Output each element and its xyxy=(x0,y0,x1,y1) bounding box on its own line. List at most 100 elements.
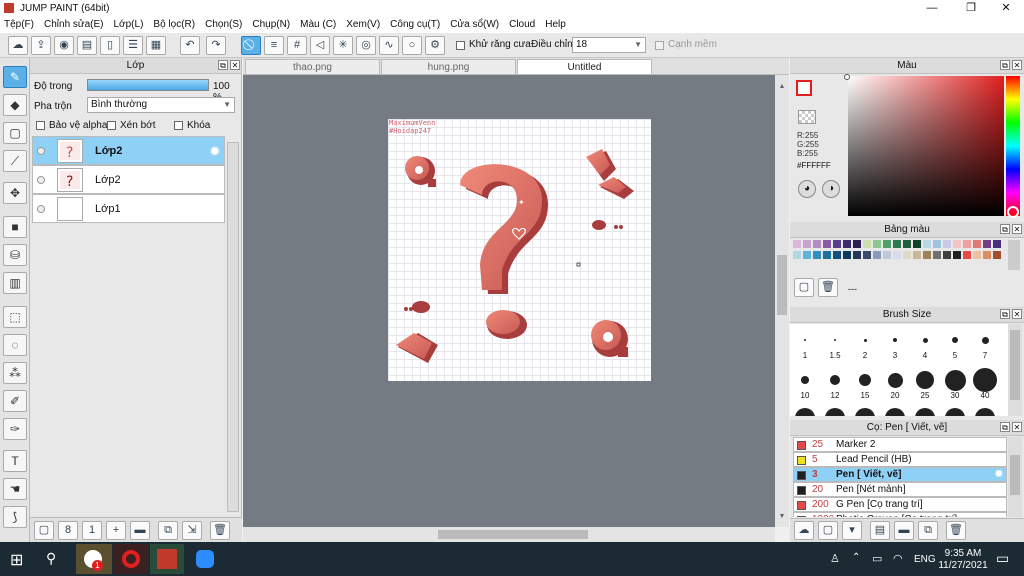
menu-help[interactable]: Help xyxy=(545,19,566,30)
color-swatch[interactable] xyxy=(953,251,961,259)
brush-size-option[interactable]: 25 xyxy=(910,364,940,404)
saturation-value-picker[interactable] xyxy=(848,76,1004,216)
menu-capture[interactable]: Chụp(N) xyxy=(252,19,290,30)
trash-icon[interactable]: 🗑 xyxy=(818,278,838,297)
undock-icon[interactable]: ⧉ xyxy=(1000,224,1010,234)
parallel-lines-icon[interactable]: ≡ xyxy=(264,36,284,55)
canvas-workspace[interactable]: MaximumVenn #Hoidap247 ✦ xyxy=(243,75,775,527)
close-panel-icon[interactable]: ✕ xyxy=(230,60,240,70)
undock-icon[interactable]: ⧉ xyxy=(1000,309,1010,319)
color-swatch[interactable] xyxy=(833,240,841,248)
menu-file[interactable]: Tệp(F) xyxy=(4,19,34,30)
layer-row[interactable]: ? Lớp2 ✹ xyxy=(32,136,225,165)
people-icon[interactable]: ♙ xyxy=(830,552,840,565)
clock[interactable]: 9:35 AM 11/27/2021 xyxy=(938,548,988,572)
battery-icon[interactable]: ▭ xyxy=(872,552,882,565)
gradient-tool-icon[interactable]: ▥ xyxy=(3,272,27,294)
color-swatch[interactable] xyxy=(983,251,991,259)
menu-window[interactable]: Cửa sổ(W) xyxy=(450,19,499,30)
undock-icon[interactable]: ⧉ xyxy=(1000,422,1010,432)
select-rect-tool-icon[interactable]: ▢ xyxy=(3,122,27,144)
opacity-slider[interactable] xyxy=(87,79,209,91)
upload-icon[interactable]: ⇪ xyxy=(31,36,51,55)
color-swatch[interactable] xyxy=(993,240,1001,248)
layer-row[interactable]: Lớp1 xyxy=(32,194,225,223)
color-swatch[interactable] xyxy=(953,240,961,248)
color-swatch[interactable] xyxy=(843,240,851,248)
comment-icon[interactable]: ▤ xyxy=(77,36,97,55)
brush-size-dot[interactable] xyxy=(825,408,845,416)
duplicate-brush-icon[interactable]: ⧉ xyxy=(918,521,938,540)
brush-size-option[interactable]: 40 xyxy=(970,364,1000,404)
color-swatch[interactable] xyxy=(823,251,831,259)
radial-icon[interactable]: ✳ xyxy=(333,36,353,55)
brush-size-scroll-thumb[interactable] xyxy=(1010,330,1020,400)
color-swatch[interactable] xyxy=(903,251,911,259)
color-swatch[interactable] xyxy=(973,240,981,248)
lock-checkbox[interactable] xyxy=(174,121,183,130)
marquee-tool-icon[interactable]: ⬚ xyxy=(3,306,27,328)
maximize-button[interactable]: ❐ xyxy=(955,0,987,16)
select-eraser-tool-icon[interactable]: ✑ xyxy=(3,418,27,440)
brush-size-option[interactable]: 12 xyxy=(820,364,850,404)
text-tool-icon[interactable]: T xyxy=(3,450,27,472)
vertical-scroll-thumb[interactable] xyxy=(777,255,787,315)
language-indicator[interactable]: ENG xyxy=(914,554,936,565)
color-swatch[interactable] xyxy=(973,251,981,259)
antialias-checkbox[interactable] xyxy=(456,41,465,50)
brush-size-option[interactable]: 10 xyxy=(790,364,820,404)
eyedropper-tool-icon[interactable]: ⟆ xyxy=(3,506,27,528)
color-swatch[interactable] xyxy=(923,251,931,259)
swatch-scrollbar[interactable] xyxy=(1008,240,1020,270)
color-swatch[interactable] xyxy=(873,251,881,259)
eraser-tool-icon[interactable]: ◆ xyxy=(3,94,27,116)
horizontal-scrollbar[interactable] xyxy=(243,527,775,542)
tab-untitled[interactable]: Untitled xyxy=(517,59,652,75)
brush-item[interactable]: 25 Marker 2 xyxy=(793,437,1007,452)
soft-edge-checkbox[interactable] xyxy=(655,41,664,50)
color-swatch[interactable] xyxy=(853,251,861,259)
menu-layer[interactable]: Lớp(L) xyxy=(114,19,144,30)
blend-select[interactable]: Bình thường ▼ xyxy=(87,97,235,113)
add-swatch-icon[interactable]: ▢ xyxy=(794,278,814,297)
visibility-icon[interactable] xyxy=(37,147,45,155)
brush-menu-icon[interactable]: ▾ xyxy=(842,521,862,540)
color-swatch[interactable] xyxy=(913,251,921,259)
cloud-icon[interactable]: ☁ xyxy=(8,36,28,55)
close-panel-icon[interactable]: ✕ xyxy=(1012,422,1022,432)
folder-icon[interactable]: ▬ xyxy=(130,521,150,540)
color-swatch[interactable] xyxy=(833,251,841,259)
palette-icon[interactable]: ◕ xyxy=(798,180,816,198)
brush-size-option[interactable]: 3 xyxy=(880,324,910,364)
primary-color-swatch[interactable] xyxy=(796,80,812,96)
color-swatch[interactable] xyxy=(813,251,821,259)
taskbar-app-opera[interactable] xyxy=(114,544,148,574)
concentric-icon[interactable]: ◎ xyxy=(356,36,376,55)
color-swatch[interactable] xyxy=(863,240,871,248)
scroll-down-icon[interactable]: ▼ xyxy=(777,513,787,523)
brush-size-dot[interactable] xyxy=(975,408,995,416)
undo-icon[interactable]: ↶ xyxy=(180,36,200,55)
color-picker-handle[interactable] xyxy=(844,74,850,80)
duplicate-layer-icon[interactable]: ⧉ xyxy=(158,521,178,540)
brush-size-dot[interactable] xyxy=(855,408,875,416)
list-icon[interactable]: ☰ xyxy=(123,36,143,55)
brush-size-option[interactable]: 20 xyxy=(880,364,910,404)
line-tool-icon[interactable]: ⟋ xyxy=(3,150,27,172)
gear-icon[interactable]: ✹ xyxy=(995,468,1003,481)
color-swatch[interactable] xyxy=(853,240,861,248)
brush-item[interactable]: 20 Pen [Nét mảnh] xyxy=(793,482,1007,497)
color-swatch[interactable] xyxy=(823,240,831,248)
taskbar-app-jumppaint[interactable] xyxy=(150,544,184,574)
speech-bubble-icon[interactable]: ◉ xyxy=(54,36,74,55)
visibility-icon[interactable] xyxy=(37,176,45,184)
brush-size-option[interactable]: 4 xyxy=(910,324,940,364)
brush-item[interactable]: 200 G Pen [Cọ trang trí] xyxy=(793,497,1007,512)
merge-layer-icon[interactable]: ⇲ xyxy=(182,521,202,540)
taskbar-app-zoom[interactable] xyxy=(188,544,222,574)
visibility-icon[interactable] xyxy=(37,205,45,213)
wifi-icon[interactable]: ◠ xyxy=(893,552,903,565)
color-swatch[interactable] xyxy=(993,251,1001,259)
color-swatch[interactable] xyxy=(793,251,801,259)
brush-size-option[interactable]: 7 xyxy=(970,324,1000,364)
